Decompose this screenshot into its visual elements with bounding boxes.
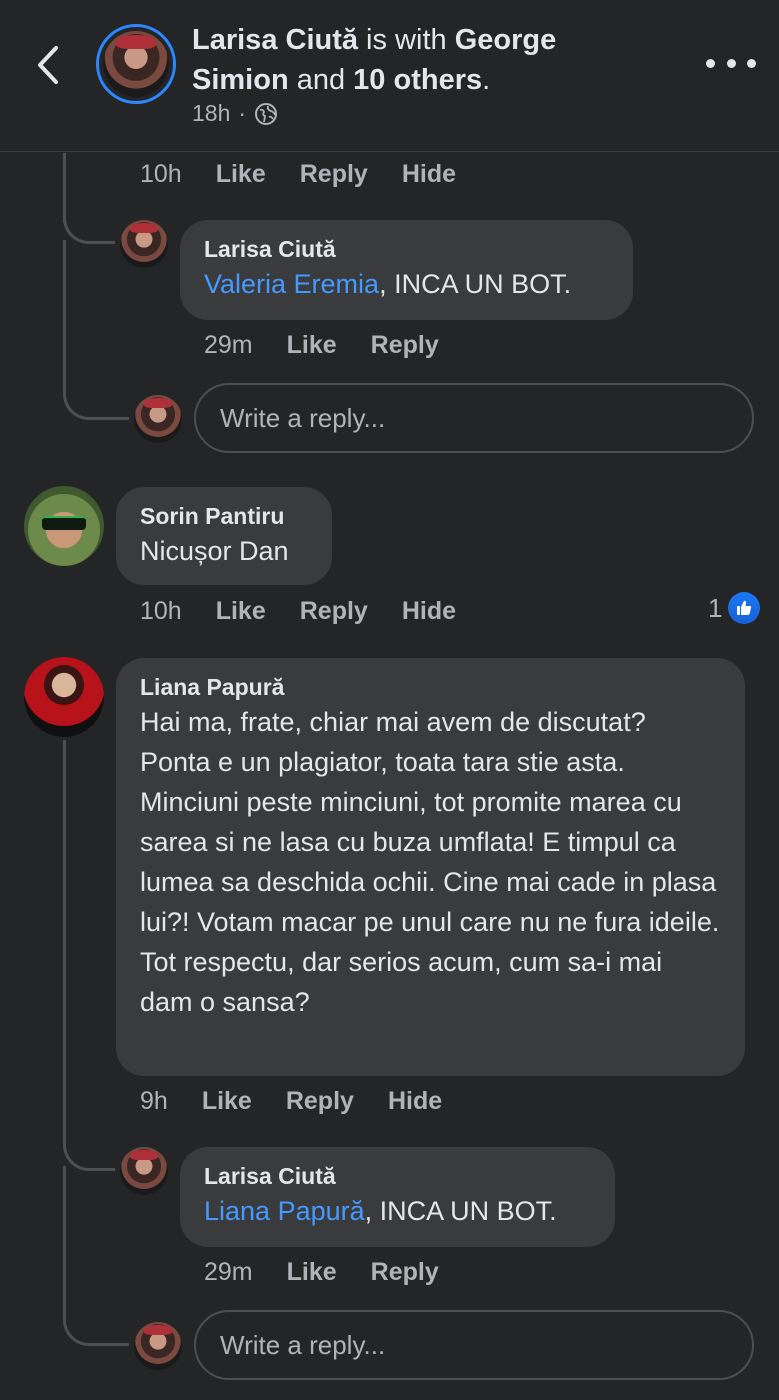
thumbs-up-icon [728,592,761,624]
current-user-avatar [134,395,182,443]
reply-button[interactable]: Reply [286,1087,354,1116]
reply-bubble: Larisa Ciută Valeria Eremia, INCA UN BOT… [180,220,633,320]
more-dot-icon [747,58,756,68]
meta-separator: · [238,100,247,126]
thread-connector [63,370,129,420]
comment-time[interactable]: 10h [140,597,182,626]
reply-input[interactable]: Write a reply... [194,1310,754,1380]
comment-actions: 9h Like Reply Hide [140,1087,442,1116]
more-dot-icon [706,58,715,68]
comment-text: Nicușor Dan [140,536,289,566]
thread-line [63,240,66,390]
back-button[interactable] [28,40,68,90]
reply-time[interactable]: 29m [204,331,253,360]
author-name[interactable]: Larisa Ciută [192,24,358,56]
post-time[interactable]: 18h [192,100,230,127]
author-avatar[interactable] [96,24,176,104]
comment-text: Hai ma, frate, chiar mai avem de discuta… [140,707,720,1017]
hide-button[interactable]: Hide [402,160,456,189]
thread-connector [63,200,115,244]
tagged-others[interactable]: 10 others [353,64,482,96]
reply-button[interactable]: Reply [371,331,439,360]
comment-bubble: Liana Papură Hai ma, frate, chiar mai av… [116,658,745,1076]
current-user-avatar [134,1322,182,1370]
more-options-button[interactable] [706,48,756,78]
is-with-text: is with [358,24,455,56]
reply-button[interactable]: Reply [300,160,368,189]
thread-line [63,1166,66,1316]
more-dot-icon [726,58,736,68]
hide-button[interactable]: Hide [388,1087,442,1116]
chevron-left-icon [38,46,58,84]
reply-actions: 29m Like Reply [204,1258,439,1287]
reply-input-placeholder: Write a reply... [220,1329,386,1360]
reply-avatar[interactable] [120,220,168,268]
reply-body: , INCA UN BOT. [364,1196,557,1226]
reply-button[interactable]: Reply [300,597,368,626]
avatar-image [103,31,169,97]
thread-connector [63,1296,129,1346]
reply-button[interactable]: Reply [371,1258,439,1287]
like-button[interactable]: Like [216,160,266,189]
comment-time[interactable]: 10h [140,160,182,189]
reply-text: Valeria Eremia, INCA UN BOT. [204,264,609,304]
like-button[interactable]: Like [287,1258,337,1287]
commenter-avatar[interactable] [24,657,104,737]
thread-connector [63,1125,115,1171]
comment-time[interactable]: 9h [140,1087,168,1116]
comment-author[interactable]: Sorin Pantiru [140,501,308,531]
period-text: . [482,64,491,96]
comment-actions: 10h Like Reply Hide [140,597,456,626]
comment-actions: 10h Like Reply Hide [140,160,456,189]
post-author-line: Larisa Ciută is with George Simion and 1… [192,20,652,100]
reply-author[interactable]: Larisa Ciută [204,234,609,264]
and-text: and [288,64,354,96]
thread-line [63,740,66,1140]
reply-input[interactable]: Write a reply... [194,383,754,453]
post-meta: 18h · [192,100,278,127]
reply-input-placeholder: Write a reply... [220,402,386,433]
hide-button[interactable]: Hide [402,597,456,626]
globe-icon [255,102,278,125]
reaction-count[interactable]: 1 [708,592,761,624]
reply-time[interactable]: 29m [204,1258,253,1287]
reply-body: , INCA UN BOT. [379,269,572,299]
reaction-number: 1 [708,592,723,623]
mention-link[interactable]: Valeria Eremia [204,269,379,299]
commenter-avatar[interactable] [24,486,104,566]
like-button[interactable]: Like [202,1087,252,1116]
like-button[interactable]: Like [287,331,337,360]
comment-author[interactable]: Liana Papură [140,672,721,702]
like-button[interactable]: Like [216,597,266,626]
mention-link[interactable]: Liana Papură [204,1196,365,1226]
post-header: Larisa Ciută is with George Simion and 1… [0,0,779,152]
comment-bubble: Sorin Pantiru Nicușor Dan [116,487,332,585]
reply-text: Liana Papură, INCA UN BOT. [204,1191,591,1231]
reply-author[interactable]: Larisa Ciută [204,1161,591,1191]
reply-bubble: Larisa Ciută Liana Papură, INCA UN BOT. [180,1147,615,1247]
reply-avatar[interactable] [120,1147,168,1195]
reply-actions: 29m Like Reply [204,331,439,360]
